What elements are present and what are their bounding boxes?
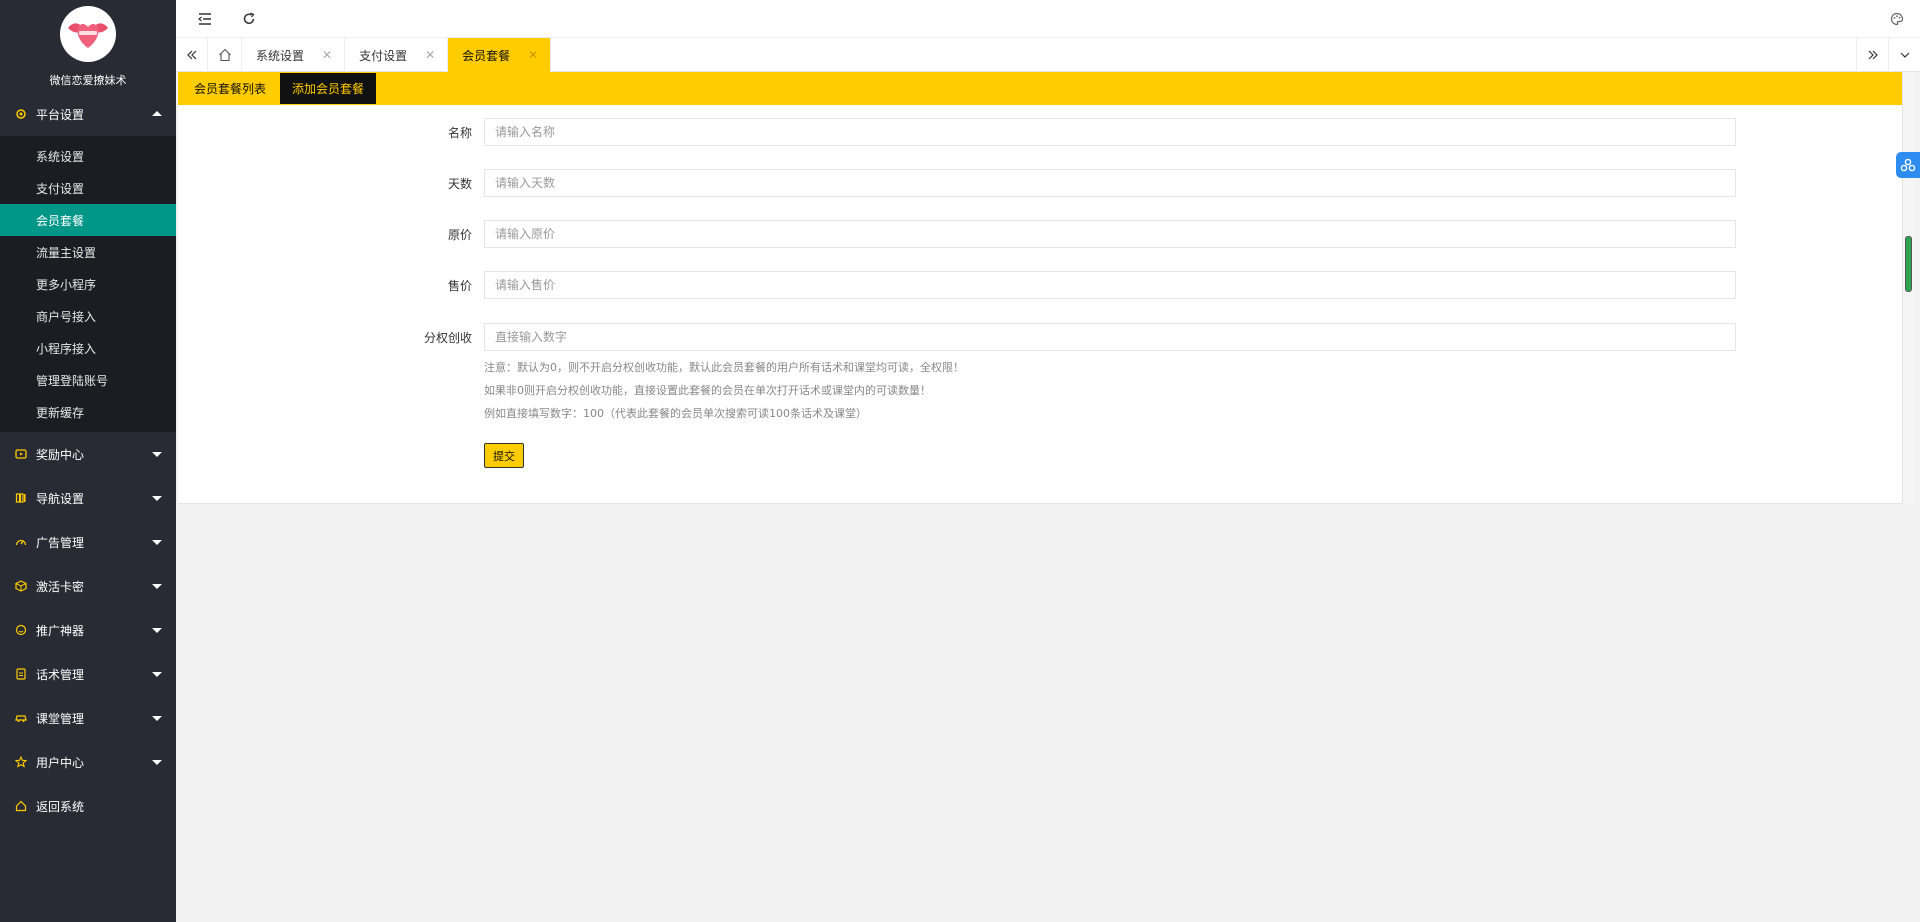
smile-icon <box>14 623 28 637</box>
sidebar-item-system[interactable]: 系统设置 <box>0 140 176 172</box>
form-row-sale-price: 售价 <box>178 271 1902 299</box>
gauge-icon <box>14 535 28 549</box>
nav-return-system[interactable]: 返回系统 <box>0 784 176 828</box>
days-label: 天数 <box>447 177 472 191</box>
logo[interactable] <box>60 6 116 62</box>
tab-system-settings[interactable]: 系统设置 ✕ <box>242 38 346 72</box>
tabs-menu-chevron-down-icon[interactable] <box>1888 38 1920 72</box>
nav-group-rewards[interactable]: 奖励中心 <box>0 432 176 476</box>
share-hint-1: 注意：默认为0，则不开启分权创收功能，默认此会员套餐的用户所有话术和课堂均可读，… <box>484 361 964 374</box>
nav-group-label: 平台设置 <box>36 107 85 122</box>
sidebar-item-traffic[interactable]: 流量主设置 <box>0 236 176 268</box>
nav-group-platform[interactable]: 平台设置 <box>0 92 176 136</box>
sidebar-item-clear-cache[interactable]: 更新缓存 <box>0 396 176 428</box>
caret-down-icon <box>152 540 162 545</box>
page-tabs: 系统设置 ✕ 支付设置 ✕ 会员套餐 ✕ <box>176 38 1920 72</box>
sidebar-item-more-miniapps[interactable]: 更多小程序 <box>0 268 176 300</box>
tab-label: 支付设置 <box>359 48 408 63</box>
star-icon <box>14 755 28 769</box>
tabs-scroll-right-icon[interactable] <box>1856 38 1888 72</box>
name-input[interactable] <box>484 118 1736 146</box>
nav-group-classroom[interactable]: 课堂管理 <box>0 696 176 740</box>
book-icon <box>14 491 28 505</box>
form-row-share: 分权创收 <box>178 323 1902 351</box>
document-icon <box>14 667 28 681</box>
sidebar-item-admin-account[interactable]: 管理登陆账号 <box>0 364 176 396</box>
nav-group-navigation[interactable]: 导航设置 <box>0 476 176 520</box>
tab-payment-settings[interactable]: 支付设置 ✕ <box>345 38 449 72</box>
tabs-right-controls <box>1856 38 1920 72</box>
subtab-membership-list[interactable]: 会员套餐列表 <box>182 72 278 105</box>
close-icon[interactable]: ✕ <box>425 48 435 62</box>
close-icon[interactable]: ✕ <box>528 48 538 62</box>
refresh-icon[interactable] <box>238 8 260 30</box>
share-hint-3: 例如直接填写数字：100（代表此套餐的会员单次搜索可读100条话术及课堂） <box>484 407 867 420</box>
scrollbar[interactable] <box>1902 72 1914 504</box>
nav-group-scripts[interactable]: 话术管理 <box>0 652 176 696</box>
form-row-days: 天数 <box>178 169 1902 197</box>
original-price-label: 原价 <box>447 228 472 242</box>
nav-group-label: 话术管理 <box>36 667 85 682</box>
sidebar-item-payment[interactable]: 支付设置 <box>0 172 176 204</box>
caret-up-icon <box>152 111 162 116</box>
subtab-add-membership[interactable]: 添加会员套餐 <box>280 73 377 104</box>
winged-heart-icon <box>68 23 108 48</box>
days-input[interactable] <box>484 169 1736 197</box>
nav-group-label: 返回系统 <box>36 799 85 814</box>
caret-down-icon <box>152 628 162 633</box>
nav-group-activation[interactable]: 激活卡密 <box>0 564 176 608</box>
logo-area: 微信恋爱撩妹术 <box>0 0 176 92</box>
nav-group-promotion[interactable]: 推广神器 <box>0 608 176 652</box>
sub-tabs: 会员套餐列表 添加会员套餐 <box>178 72 1902 105</box>
tab-label: 系统设置 <box>256 48 305 63</box>
form-row-name: 名称 <box>178 118 1902 146</box>
main-content: 会员套餐列表 添加会员套餐 名称 天数 原价 售价 分权创收 注意：默认为0，则… <box>178 72 1902 504</box>
tabs-scroll-left-icon[interactable] <box>176 38 208 72</box>
car-icon <box>14 711 28 725</box>
play-square-icon <box>14 447 28 461</box>
form-row-original-price: 原价 <box>178 220 1902 248</box>
sidebar-item-merchant[interactable]: 商户号接入 <box>0 300 176 332</box>
scrollbar-thumb[interactable] <box>1905 236 1912 292</box>
float-tool-icon[interactable] <box>1896 152 1920 178</box>
top-header <box>176 0 1920 38</box>
nav-group-label: 激活卡密 <box>36 579 85 594</box>
gear-icon <box>14 107 28 121</box>
collapse-menu-icon[interactable] <box>194 8 216 30</box>
sidebar-item-membership[interactable]: 会员套餐 <box>0 204 176 236</box>
sale-price-input[interactable] <box>484 271 1736 299</box>
caret-down-icon <box>152 496 162 501</box>
sale-price-label: 售价 <box>447 279 472 293</box>
caret-down-icon <box>152 716 162 721</box>
sidebar-item-miniapp-access[interactable]: 小程序接入 <box>0 332 176 364</box>
nav-group-label: 奖励中心 <box>36 447 85 462</box>
nav-group-label: 推广神器 <box>36 623 85 638</box>
caret-down-icon <box>152 584 162 589</box>
theme-palette-icon[interactable] <box>1886 8 1908 30</box>
submit-button[interactable]: 提交 <box>484 443 524 468</box>
platform-sub-list: 系统设置 支付设置 会员套餐 流量主设置 更多小程序 商户号接入 小程序接入 管… <box>0 136 176 432</box>
caret-down-icon <box>152 452 162 457</box>
home-tab-icon[interactable] <box>208 38 242 72</box>
cube-icon <box>14 579 28 593</box>
close-icon[interactable]: ✕ <box>322 48 332 62</box>
share-input[interactable] <box>484 323 1736 351</box>
nav-group-label: 广告管理 <box>36 535 85 550</box>
caret-down-icon <box>152 672 162 677</box>
caret-down-icon <box>152 760 162 765</box>
home-icon <box>14 799 28 813</box>
nav-group-label: 用户中心 <box>36 755 85 770</box>
nav-group-users[interactable]: 用户中心 <box>0 740 176 784</box>
original-price-input[interactable] <box>484 220 1736 248</box>
nav-group-label: 导航设置 <box>36 491 85 506</box>
logo-text: 微信恋爱撩妹术 <box>49 74 127 87</box>
tab-label: 会员套餐 <box>462 48 511 63</box>
share-label: 分权创收 <box>423 331 472 345</box>
sidebar: 微信恋爱撩妹术 平台设置 系统设置 支付设置 会员套餐 流量主设置 更多小程序 … <box>0 0 176 922</box>
nav-group-ads[interactable]: 广告管理 <box>0 520 176 564</box>
tab-membership[interactable]: 会员套餐 ✕ <box>448 38 552 72</box>
nav-group-label: 课堂管理 <box>36 711 85 726</box>
name-label: 名称 <box>447 126 472 140</box>
share-hint-2: 如果非0则开启分权创收功能，直接设置此套餐的会员在单次打开话术或课堂内的可读数量… <box>484 384 931 397</box>
